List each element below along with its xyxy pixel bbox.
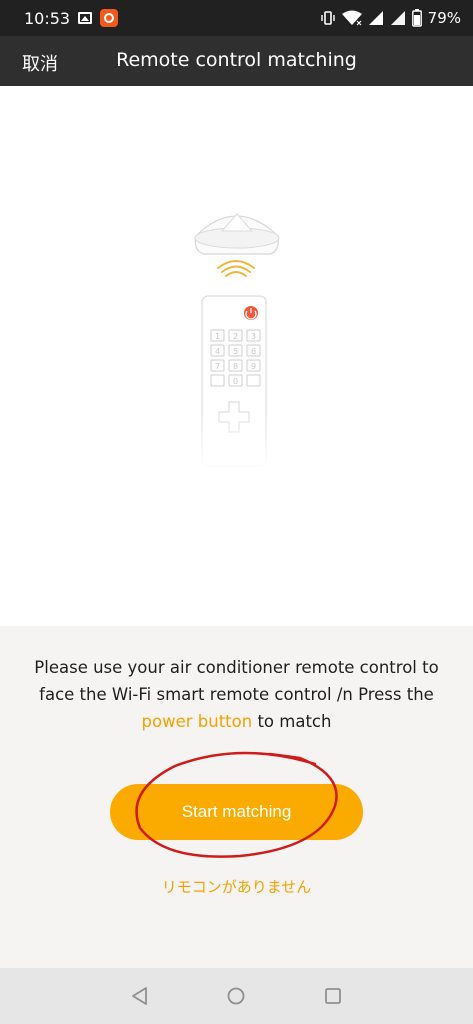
keypad-digit: 2: [233, 332, 238, 341]
home-icon[interactable]: [226, 986, 246, 1006]
keypad-digit: 0: [233, 377, 238, 386]
smart-hub-icon: [194, 213, 280, 255]
app-notification-icon: [100, 9, 119, 27]
wifi-icon: [341, 10, 362, 26]
start-matching-button[interactable]: Start matching: [110, 784, 363, 840]
recents-icon[interactable]: [323, 986, 343, 1006]
vibrate-icon: [320, 11, 335, 25]
keypad-digit: 4: [215, 347, 220, 356]
keypad-digit: 6: [251, 347, 256, 356]
remote-illustration: 1 2 3 4 5 6 7 8 9 0: [194, 213, 280, 471]
signal-icon: [368, 11, 383, 25]
battery-percent: 79%: [427, 9, 461, 27]
battery-icon: [411, 9, 422, 27]
ac-remote-icon: 1 2 3 4 5 6 7 8 9 0: [195, 295, 275, 471]
keypad-digit: 1: [215, 332, 220, 341]
image-icon: [78, 12, 93, 24]
signal-icon-2: [390, 11, 405, 25]
instruction-text: Please use your air conditioner remote c…: [16, 654, 457, 735]
instruction-text-after: to match: [252, 712, 332, 731]
back-icon[interactable]: [130, 986, 150, 1006]
keypad-digit: 3: [251, 332, 256, 341]
illustration-area: 1 2 3 4 5 6 7 8 9 0: [0, 86, 473, 626]
bottom-panel: Please use your air conditioner remote c…: [0, 626, 473, 968]
keypad-digit: 9: [251, 362, 256, 371]
keypad-digit: 7: [215, 362, 220, 371]
status-time: 10:53: [24, 8, 71, 28]
status-left: 10:53: [24, 8, 119, 28]
no-remote-link[interactable]: リモコンがありません: [0, 876, 473, 897]
nav-bar: [0, 968, 473, 1024]
app-header: 取消 Remote control matching: [0, 36, 473, 86]
signal-waves-icon: [217, 260, 255, 277]
power-button-highlight: power button: [141, 712, 253, 731]
status-right: 79%: [320, 9, 461, 27]
status-bar: 10:53 79%: [0, 0, 473, 36]
keypad-digit: 8: [233, 362, 238, 371]
keypad-digit: 5: [233, 347, 238, 356]
instruction-text-before: Please use your air conditioner remote c…: [34, 658, 439, 704]
page-title: Remote control matching: [116, 49, 357, 71]
